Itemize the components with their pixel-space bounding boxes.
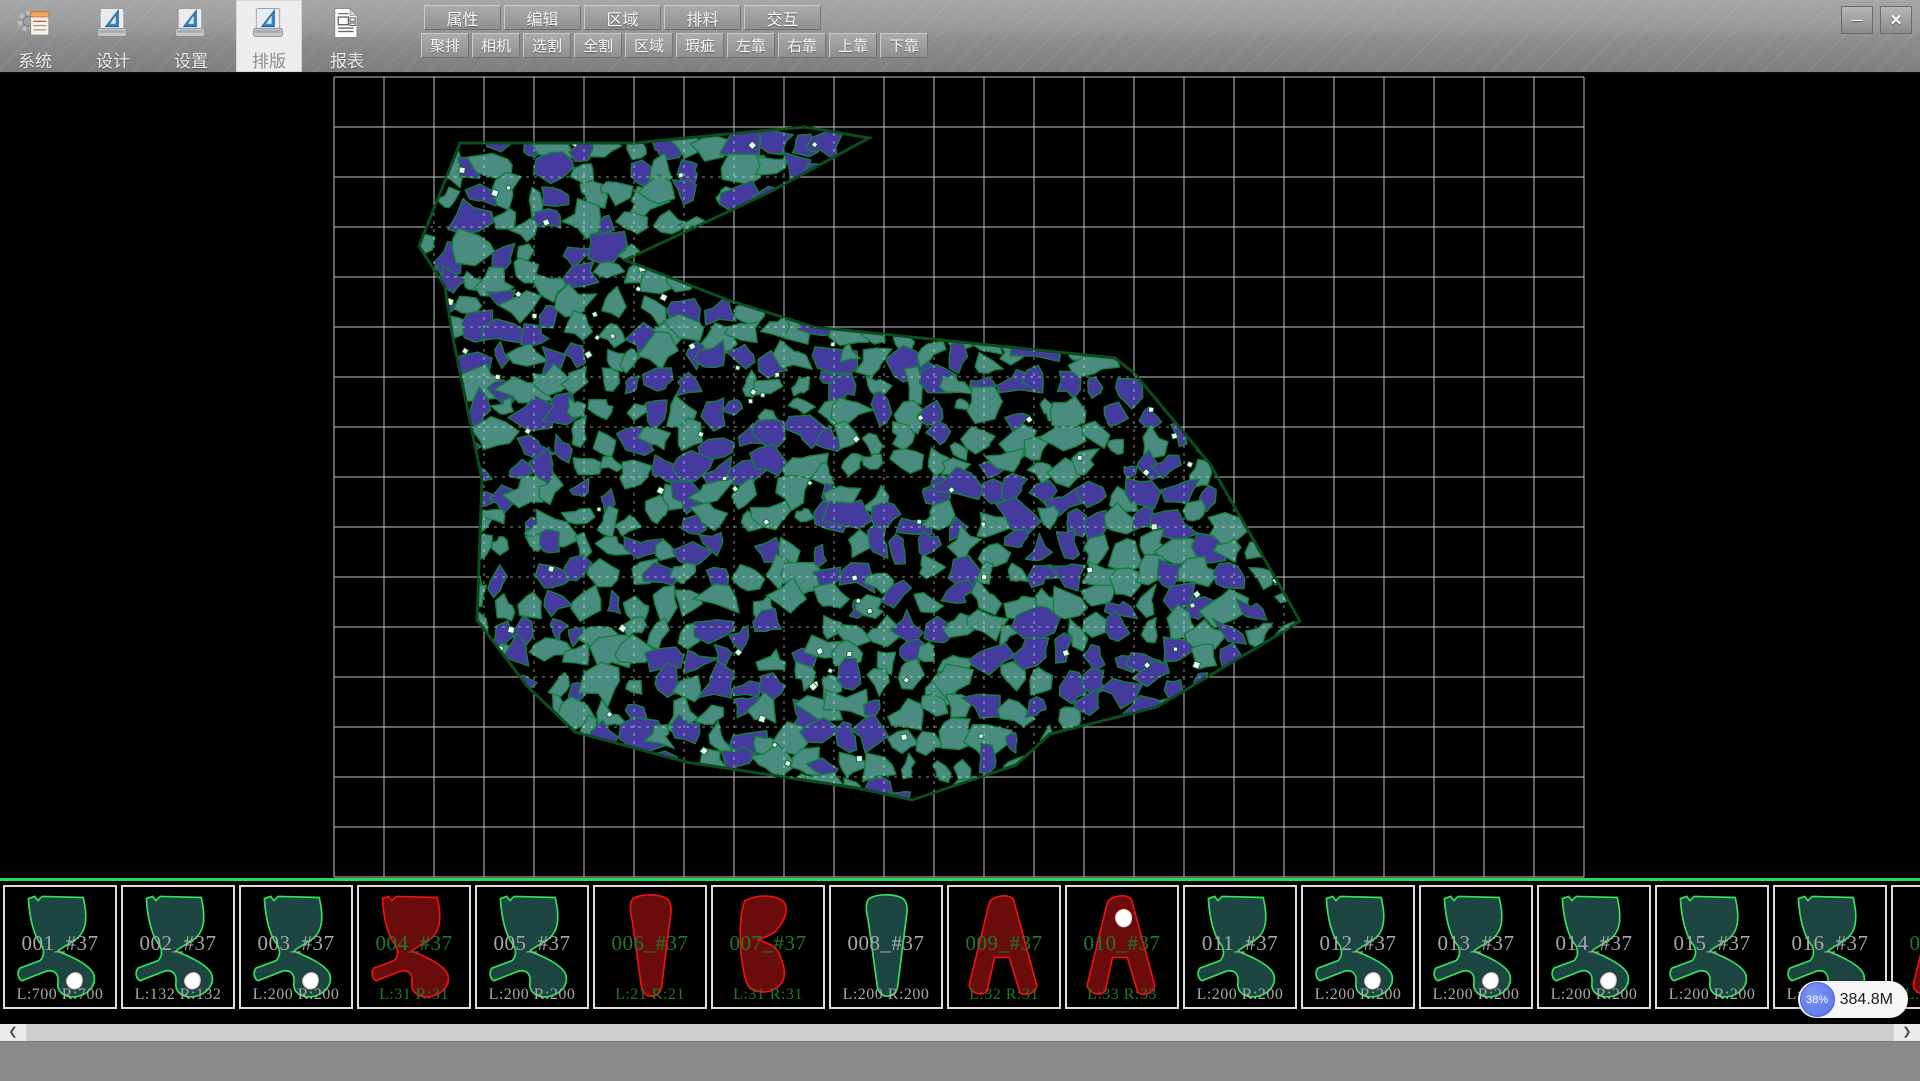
piece-thumbnail-6[interactable]: 006_#37 L:21 R:21 (593, 885, 707, 1009)
piece-name: 014_#37 (1539, 931, 1649, 956)
nav-tab-label: 设计 (96, 47, 130, 72)
piece-name: 010_#37 (1067, 931, 1177, 956)
tool-button-row: 聚排相机选割全割区域瑕疵左靠右靠上靠下靠 (421, 33, 928, 58)
tool-button-1[interactable]: 聚排 (421, 33, 469, 58)
piece-name: 011_#37 (1185, 931, 1295, 956)
piece-name: 009_#37 (949, 931, 1059, 956)
piece-name: 005_#37 (477, 931, 587, 956)
minimize-button[interactable]: ─ (1841, 6, 1873, 34)
tool-button-7[interactable]: 左靠 (727, 33, 775, 58)
nav-tab-3[interactable]: 设置 (158, 0, 224, 72)
nav-tab-4[interactable]: 排版 (236, 0, 302, 72)
nav-tab-2[interactable]: 设计 (80, 0, 146, 72)
piece-lr-count: L:200 R:200 (831, 986, 941, 1004)
piece-lr-count: L:21 R:21 (595, 986, 705, 1004)
nesting-canvas[interactable] (0, 74, 1920, 878)
piece-lr-count: L:200 R:200 (1539, 986, 1649, 1004)
piece-thumbnail-13[interactable]: 013_#37 L:200 R:200 (1419, 885, 1533, 1009)
memory-value: 384.8M (1840, 991, 1893, 1009)
tool-button-2[interactable]: 相机 (472, 33, 520, 58)
piece-lr-count: L:200 R:200 (1421, 986, 1531, 1004)
menu-button-1[interactable]: 属性 (424, 5, 501, 30)
piece-name: 007_#37 (713, 931, 823, 956)
system-gear-icon (16, 3, 54, 43)
tool-button-9[interactable]: 上靠 (829, 33, 877, 58)
piece-thumbnail-1[interactable]: 001_#37 L:700 R:700 (3, 885, 117, 1009)
piece-lr-count: L:200 R:200 (477, 986, 587, 1004)
piece-thumbnail-7[interactable]: 007_#37 L:31 R:31 (711, 885, 825, 1009)
nav-tab-5[interactable]: 报表 (314, 0, 380, 72)
nav-tab-label: 系统 (18, 47, 52, 72)
piece-name: 015_#37 (1657, 931, 1767, 956)
status-bar (0, 1041, 1920, 1081)
piece-name: 016_#37 (1775, 931, 1885, 956)
piece-name: 006_#37 (595, 931, 705, 956)
piece-name: 001_#37 (5, 931, 115, 956)
window-controls: ─ ✕ (1841, 6, 1912, 34)
piece-name: 008_#37 (831, 931, 941, 956)
piece-lr-count: L:200 R:200 (1303, 986, 1413, 1004)
nav-tabs: 系统 设计 设置 排版 报表 (2, 0, 392, 72)
scroll-left-arrow[interactable]: ❮ (0, 1024, 26, 1041)
tool-button-10[interactable]: 下靠 (880, 33, 928, 58)
report-doc-icon (328, 3, 366, 43)
nav-tab-1[interactable]: 系统 (2, 0, 68, 72)
settings-ruler-icon (172, 3, 210, 43)
toolbar: 系统设计设置排版报表 属性编辑区域排料交互 聚排相机选割全割区域瑕疵左靠右靠上靠… (0, 0, 1920, 74)
piece-lr-count: L:33 R:33 (1067, 986, 1177, 1004)
piece-lr-count: L:32 R:31 (949, 986, 1059, 1004)
tool-button-6[interactable]: 瑕疵 (676, 33, 724, 58)
piece-name: 004_#37 (359, 931, 469, 956)
menu-button-5[interactable]: 交互 (744, 5, 821, 30)
piece-thumbnail-14[interactable]: 014_#37 L:200 R:200 (1537, 885, 1651, 1009)
piece-thumbnail-3[interactable]: 003_#37 L:200 R:200 (239, 885, 353, 1009)
piece-thumbnail-12[interactable]: 012_#37 L:200 R:200 (1301, 885, 1415, 1009)
nav-tab-label: 排版 (252, 47, 286, 72)
nesting-ruler-icon (250, 3, 288, 43)
tool-button-8[interactable]: 右靠 (778, 33, 826, 58)
piece-lr-count: L:132 R:132 (123, 986, 233, 1004)
piece-name: 003_#37 (241, 931, 351, 956)
scroll-right-arrow[interactable]: ❯ (1894, 1024, 1920, 1041)
piece-thumbnail-15[interactable]: 015_#37 L:200 R:200 (1655, 885, 1769, 1009)
piece-thumbnail-4[interactable]: 004_#37 L:31 R:31 (357, 885, 471, 1009)
nav-tab-label: 设置 (174, 47, 208, 72)
piece-thumbnail-strip: 001_#37 L:700 R:700 002_#37 L:132 R:132 003_… (0, 878, 1920, 1010)
nesting-canvas-svg (0, 74, 1920, 878)
tool-button-3[interactable]: 选割 (523, 33, 571, 58)
percent-indicator: 38% (1800, 982, 1835, 1017)
piece-lr-count: L:700 R:700 (5, 986, 115, 1004)
menu-button-2[interactable]: 编辑 (504, 5, 581, 30)
piece-lr-count: L:200 R:200 (1657, 986, 1767, 1004)
piece-name: 012_#37 (1303, 931, 1413, 956)
piece-thumbnail-5[interactable]: 005_#37 L:200 R:200 (475, 885, 589, 1009)
menu-button-4[interactable]: 排料 (664, 5, 741, 30)
nav-tab-label: 报表 (330, 47, 364, 72)
memory-usage-badge: 38% 384.8M (1798, 981, 1908, 1018)
piece-thumbnail-9[interactable]: 009_#37 L:32 R:31 (947, 885, 1061, 1009)
piece-thumbnail-10[interactable]: 010_#37 L:33 R:33 (1065, 885, 1179, 1009)
nested-pieces (392, 90, 1312, 816)
piece-name: 002_#37 (123, 931, 233, 956)
horizontal-scrollbar[interactable]: ❮ ❯ (0, 1024, 1920, 1041)
piece-lr-count: L:31 R:31 (713, 986, 823, 1004)
close-button[interactable]: ✕ (1880, 6, 1912, 34)
menu-button-3[interactable]: 区域 (584, 5, 661, 30)
menu-button-row: 属性编辑区域排料交互 (424, 5, 821, 30)
piece-lr-count: L:200 R:200 (241, 986, 351, 1004)
piece-thumbnail-2[interactable]: 002_#37 L:132 R:132 (121, 885, 235, 1009)
piece-thumbnail-8[interactable]: 008_#37 L:200 R:200 (829, 885, 943, 1009)
piece-name: 017_#37 (1893, 931, 1920, 956)
piece-name: 013_#37 (1421, 931, 1531, 956)
design-ruler-icon (94, 3, 132, 43)
piece-thumbnail-11[interactable]: 011_#37 L:200 R:200 (1183, 885, 1297, 1009)
tool-button-5[interactable]: 区域 (625, 33, 673, 58)
piece-lr-count: L:31 R:31 (359, 986, 469, 1004)
piece-lr-count: L:200 R:200 (1185, 986, 1295, 1004)
percent-value: 38% (1806, 994, 1828, 1006)
tool-button-4[interactable]: 全割 (574, 33, 622, 58)
